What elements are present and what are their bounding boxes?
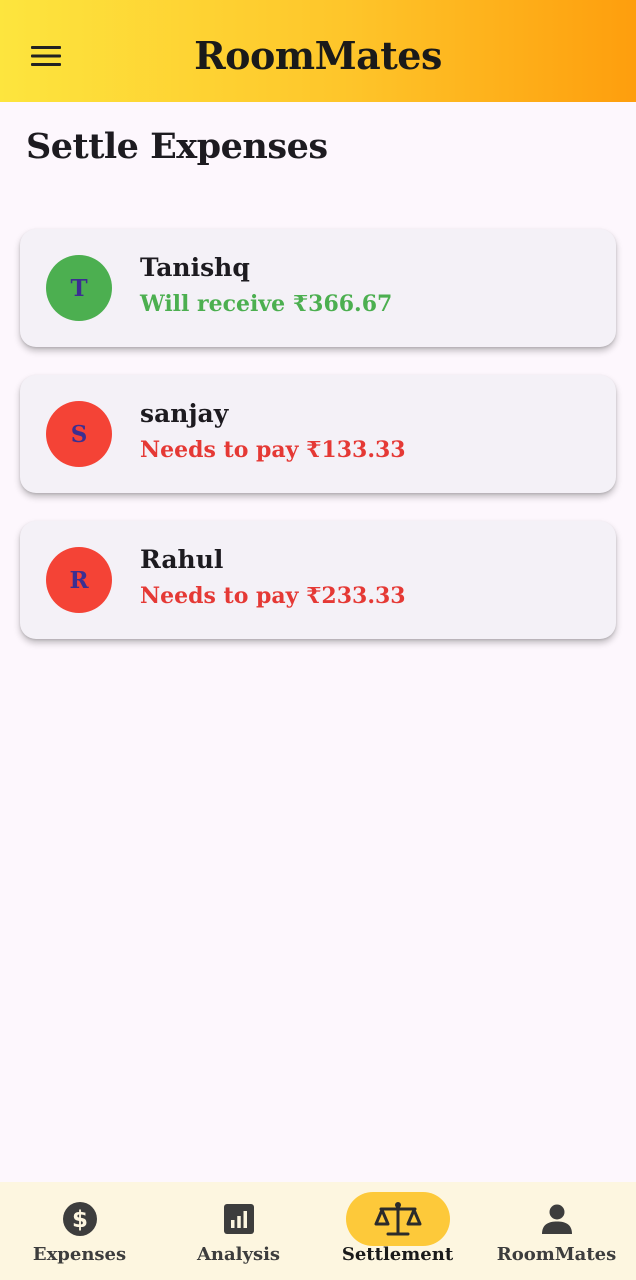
- bar-chart-icon: [223, 1204, 254, 1234]
- settlement-card-rahul[interactable]: R Rahul Needs to pay ₹233.33: [20, 521, 616, 639]
- avatar-initial: S: [70, 420, 88, 448]
- nav-label: Expenses: [32, 1244, 127, 1265]
- app-title: RoomMates: [194, 32, 442, 78]
- nav-item-expenses[interactable]: $ Expenses: [0, 1182, 159, 1280]
- page-title: Settle Expenses: [26, 126, 328, 167]
- dollar-circle-icon: $: [62, 1202, 97, 1236]
- roommate-name: Rahul: [140, 545, 224, 574]
- nav-label: Settlement: [341, 1244, 454, 1265]
- settlement-status: Needs to pay ₹133.33: [140, 437, 406, 463]
- nav-icon-container: $: [28, 1192, 132, 1246]
- nav-icon-container: [187, 1192, 291, 1246]
- nav-icon-container: [505, 1192, 609, 1246]
- nav-label: Analysis: [196, 1244, 281, 1265]
- nav-active-indicator: [345, 1192, 450, 1246]
- avatar: T: [46, 255, 112, 321]
- settlement-status: Will receive ₹366.67: [140, 291, 393, 317]
- nav-item-analysis[interactable]: Analysis: [159, 1182, 318, 1280]
- person-icon: [541, 1204, 572, 1234]
- roommate-name: Tanishq: [140, 253, 250, 282]
- avatar-initial: T: [70, 274, 88, 302]
- avatar: R: [46, 547, 112, 613]
- nav-item-settlement[interactable]: Settlement: [318, 1182, 477, 1280]
- avatar: S: [46, 401, 112, 467]
- settlement-card-tanishq[interactable]: T Tanishq Will receive ₹366.67: [20, 229, 616, 347]
- avatar-initial: R: [69, 566, 89, 594]
- balance-scale-icon: [374, 1202, 421, 1236]
- nav-item-roommates[interactable]: RoomMates: [477, 1182, 636, 1280]
- settlement-card-sanjay[interactable]: S sanjay Needs to pay ₹133.33: [20, 375, 616, 493]
- settlement-status: Needs to pay ₹233.33: [140, 583, 406, 609]
- roommate-name: sanjay: [140, 399, 229, 428]
- app-bar: RoomMates: [0, 0, 636, 102]
- bottom-navigation: $ Expenses Analysis Settlement RoomMates: [0, 1182, 636, 1280]
- svg-text:$: $: [71, 1207, 87, 1233]
- nav-label: RoomMates: [496, 1244, 617, 1265]
